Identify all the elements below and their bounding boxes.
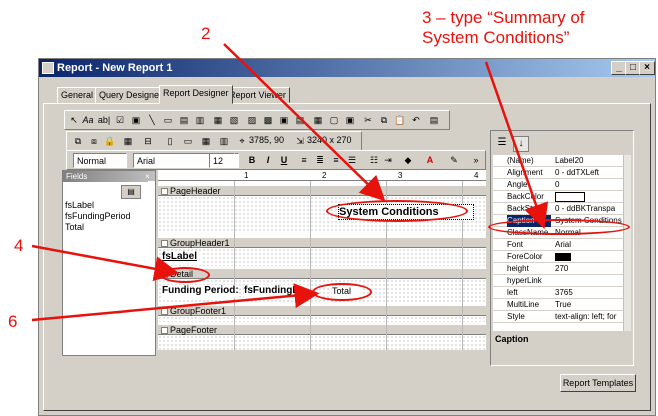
highlight-caption-property	[488, 219, 630, 235]
callout-step2: 2	[201, 24, 211, 43]
arrow-step3	[484, 61, 549, 230]
highlight-total-field	[312, 283, 372, 301]
callout-step6: 6	[8, 312, 18, 331]
highlight-detail-section	[160, 267, 210, 283]
arrow-step6	[31, 283, 320, 322]
arrow-step4	[31, 244, 180, 282]
callout-step3-line1: 3 – type “Summary of	[422, 8, 585, 27]
callout-step3-line2: System Conditions”	[422, 28, 570, 47]
highlight-caption-label	[326, 200, 468, 222]
tab-report-designer[interactable]: Report Designer	[159, 85, 233, 104]
arrow-step2	[223, 43, 386, 202]
callout-step4: 4	[14, 236, 24, 255]
